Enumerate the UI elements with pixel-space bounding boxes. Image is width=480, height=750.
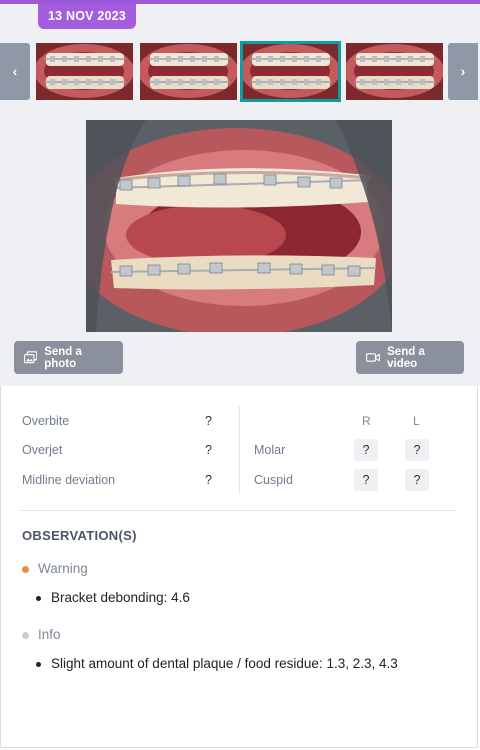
carousel-prev-button[interactable]: ‹ <box>0 43 30 100</box>
midline-deviation-value: ? <box>205 473 212 487</box>
chevron-left-icon[interactable]: ‹ <box>13 63 18 79</box>
video-camera-icon <box>366 353 380 362</box>
midline-deviation-label: Midline deviation <box>22 473 116 487</box>
intraoral-thumbnail-image <box>346 43 443 100</box>
cuspid-label: Cuspid <box>254 473 293 487</box>
right-side-header: R <box>362 414 371 428</box>
molar-right-value: ? <box>354 439 378 461</box>
cuspid-left-value: ? <box>405 469 429 491</box>
send-video-label[interactable]: Send a video <box>387 346 454 370</box>
photo-thumbnail[interactable] <box>36 43 133 100</box>
overjet-value: ? <box>205 443 212 457</box>
date-badge: 13 NOV 2023 <box>38 4 136 29</box>
overbite-label: Overbite <box>22 414 70 428</box>
molar-label: Molar <box>254 443 286 457</box>
overbite-value: ? <box>205 414 212 428</box>
intraoral-thumbnail-image <box>242 43 339 100</box>
info-dot <box>22 632 29 639</box>
photos-icon <box>24 351 38 364</box>
molar-left-value: ? <box>405 439 429 461</box>
photo-thumbnail-selected[interactable] <box>240 41 341 102</box>
intraoral-photo-image <box>86 120 392 332</box>
chevron-right-icon[interactable]: › <box>461 63 466 79</box>
intraoral-thumbnail-image <box>140 43 237 100</box>
intraoral-thumbnail-image <box>36 43 133 100</box>
warning-label: Warning <box>38 561 88 576</box>
warning-dot <box>22 566 29 573</box>
info-item: Slight amount of dental plaque / food re… <box>51 656 398 671</box>
send-photo-button[interactable]: Send a photo <box>14 341 123 374</box>
overjet-label: Overjet <box>22 443 63 457</box>
bullet-dot <box>36 596 41 601</box>
send-video-button[interactable]: Send a video <box>356 341 464 374</box>
column-divider <box>239 406 240 494</box>
section-divider <box>20 510 456 511</box>
bullet-dot <box>36 662 41 667</box>
main-intraoral-photo[interactable] <box>86 120 392 332</box>
info-label: Info <box>38 627 61 642</box>
observations-title: OBSERVATION(S) <box>22 528 137 543</box>
cuspid-right-value: ? <box>354 469 378 491</box>
send-photo-label[interactable]: Send a photo <box>44 346 113 370</box>
photo-thumbnail[interactable] <box>346 43 443 100</box>
carousel-next-button[interactable]: › <box>448 43 478 100</box>
warning-item: Bracket debonding: 4.6 <box>51 590 190 605</box>
left-side-header: L <box>413 414 420 428</box>
photo-thumbnail[interactable] <box>140 43 237 100</box>
